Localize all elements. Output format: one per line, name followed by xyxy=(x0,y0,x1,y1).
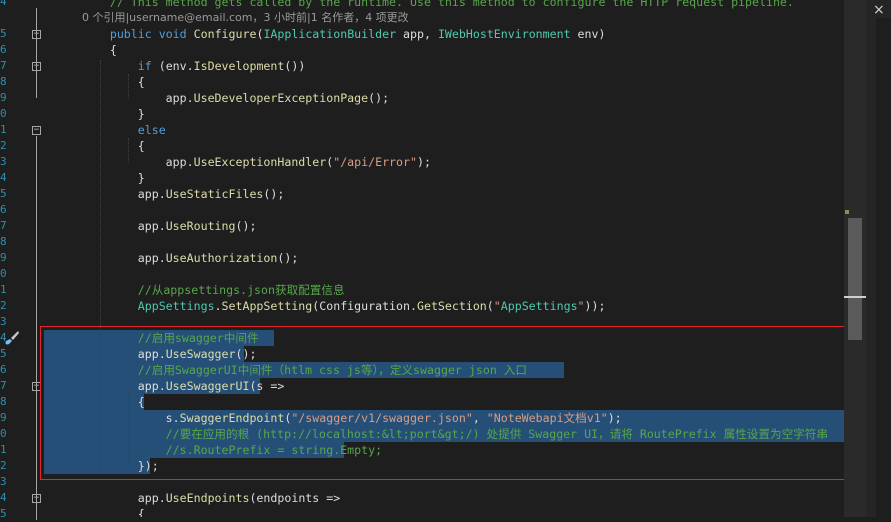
line-number: 0 xyxy=(0,267,6,280)
code-line: AppSettings.SetAppSetting(Configuration.… xyxy=(137,299,606,313)
line-number: 5 xyxy=(0,187,6,200)
code-line: //从appsettings.json获取配置信息 xyxy=(54,283,345,297)
line-number: 6 xyxy=(0,363,6,376)
code-line: { xyxy=(54,507,145,517)
indent-guide xyxy=(128,74,130,98)
scrollbar-change-marker xyxy=(845,210,849,214)
code-line: public void Configure(IApplicationBuilde… xyxy=(109,27,606,41)
line-number: 2 xyxy=(0,299,6,312)
line-number: 5 xyxy=(0,347,6,360)
line-number: 5 xyxy=(0,27,6,40)
line-number: 1 xyxy=(0,443,6,456)
line-number: 0 xyxy=(0,107,6,120)
code-line: app.UseExceptionHandler("/api/Error"); xyxy=(54,155,431,169)
close-icon[interactable]: × xyxy=(873,2,885,18)
code-line: app.UseEndpoints(endpoints => xyxy=(54,491,341,505)
line-number: 9 xyxy=(0,251,6,264)
line-number: 4 xyxy=(0,0,6,8)
line-number: 4 xyxy=(0,491,6,504)
line-number: 9 xyxy=(0,91,6,104)
code-line: { xyxy=(54,43,117,57)
line-number: 3 xyxy=(0,155,6,168)
line-number: 2 xyxy=(0,459,6,472)
line-number: 1 xyxy=(0,283,6,296)
fold-guide-line xyxy=(36,40,37,98)
code-line: else xyxy=(137,123,166,137)
line-number: 6 xyxy=(0,203,6,216)
scrollbar-position-marker xyxy=(844,296,866,298)
line-number: 7 xyxy=(0,219,6,232)
line-number: 3 xyxy=(0,475,6,488)
fold-guide-line xyxy=(36,490,37,517)
code-line: if (env.IsDevelopment()) xyxy=(137,59,306,73)
code-line: app.UseStaticFiles(); xyxy=(54,187,285,201)
line-number: 0 xyxy=(0,427,6,440)
line-number: 5 xyxy=(0,507,6,520)
line-number: 3 xyxy=(0,315,6,328)
fold-guide-line xyxy=(36,392,37,480)
side-panel-content xyxy=(876,18,891,518)
fold-guide-line xyxy=(36,136,37,194)
line-number: 2 xyxy=(0,139,6,152)
code-line: // This method gets called by the runtim… xyxy=(54,0,794,9)
line-number: 8 xyxy=(0,395,6,408)
line-number: 4 xyxy=(0,171,6,184)
annotation-highlight-box xyxy=(40,326,864,480)
indent-guide xyxy=(128,138,130,162)
line-number-gutter: 45678901234567890123456789012345−−−−− xyxy=(0,0,44,520)
line-number: 8 xyxy=(0,235,6,248)
paintbrush-icon[interactable] xyxy=(4,330,20,346)
line-number: 9 xyxy=(0,411,6,424)
code-line: app.UseAuthorization(); xyxy=(54,251,299,265)
line-number: 6 xyxy=(0,43,6,56)
line-number: 7 xyxy=(0,59,6,72)
codelens-info[interactable]: 0 个引用|username@email.com，3 小时前|1 名作者，4 项… xyxy=(54,10,409,26)
code-line: app.UseDeveloperExceptionPage(); xyxy=(54,91,390,105)
line-number: 8 xyxy=(0,75,6,88)
fold-toggle-icon[interactable]: − xyxy=(32,126,41,135)
line-number: 7 xyxy=(0,379,6,392)
code-line: app.UseRouting(); xyxy=(54,219,257,233)
scrollbar-thumb[interactable] xyxy=(848,218,862,340)
line-number: 1 xyxy=(0,123,6,136)
